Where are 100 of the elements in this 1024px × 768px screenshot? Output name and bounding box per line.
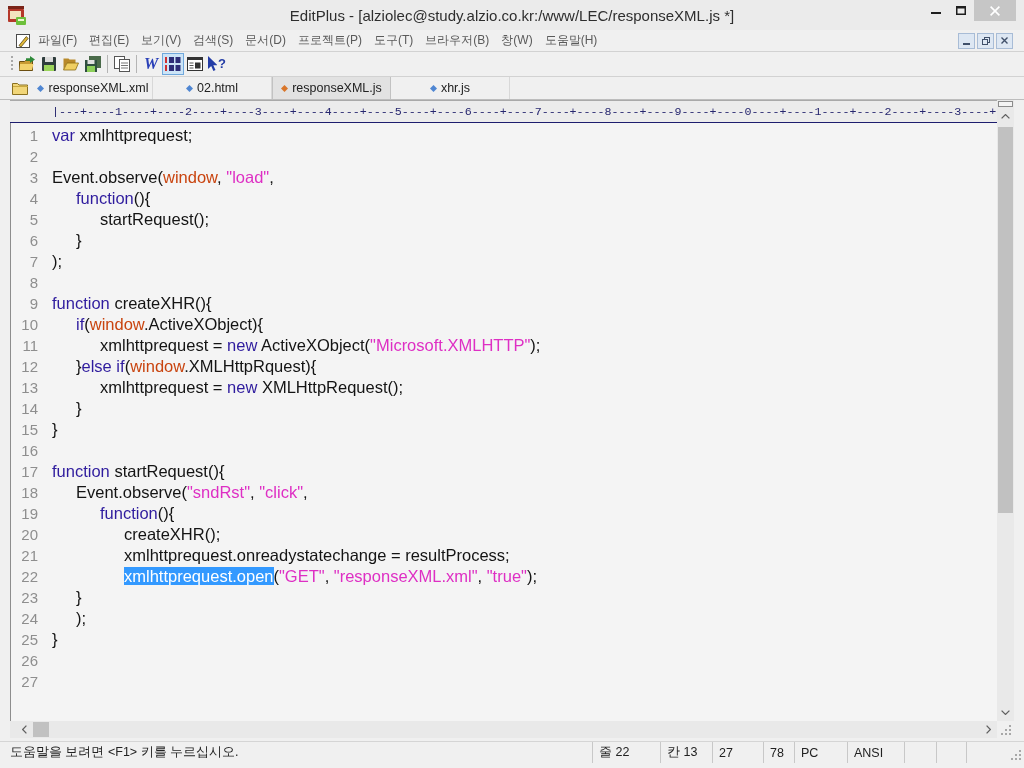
scrollbar-thumb[interactable] bbox=[998, 127, 1013, 513]
code-line: } bbox=[76, 586, 82, 608]
line-number: 24 bbox=[21, 608, 38, 629]
line-number: 17 bbox=[21, 461, 38, 482]
code-line: function createXHR(){ bbox=[52, 292, 212, 314]
chevron-left-icon bbox=[21, 725, 27, 734]
status-text: 27 bbox=[719, 745, 733, 760]
file-tab[interactable]: xhr.js bbox=[391, 77, 510, 99]
maximize-icon bbox=[956, 6, 967, 15]
size-grip-icon[interactable] bbox=[1011, 750, 1021, 760]
file-tab[interactable]: responseXML.xml bbox=[34, 77, 153, 99]
status-text: 78 bbox=[770, 745, 784, 760]
vertical-scrollbar[interactable] bbox=[997, 100, 1014, 721]
code-line: xmlhttprequest = new XMLHttpRequest(); bbox=[100, 376, 404, 398]
line-number: 23 bbox=[21, 587, 38, 608]
toolbar-button[interactable]: W bbox=[140, 53, 162, 75]
code-line: xmlhttprequest.open("GET", "responseXML.xml", "true"); bbox=[124, 565, 537, 587]
code-editor[interactable] bbox=[10, 123, 997, 721]
line-number: 8 bbox=[29, 272, 38, 293]
menu-item[interactable]: 도움말(H) bbox=[538, 30, 604, 51]
menu-item[interactable]: 편집(E) bbox=[83, 30, 136, 51]
code-line: xmlhttprequest = new ActiveXObject("Microsoft.XMLHTTP"); bbox=[100, 334, 541, 356]
menu-item[interactable]: 파일(F) bbox=[32, 30, 84, 51]
menu-item[interactable]: 도구(T) bbox=[368, 30, 420, 51]
menu-item[interactable]: 브라우저(B) bbox=[419, 30, 496, 51]
line-number: 19 bbox=[21, 503, 38, 524]
folder-icon[interactable] bbox=[12, 81, 28, 95]
line-number: 16 bbox=[21, 440, 38, 461]
numbered-lines-icon bbox=[165, 56, 181, 72]
open-folder-icon bbox=[63, 56, 79, 72]
minimize-icon bbox=[931, 12, 942, 14]
restore-icon bbox=[981, 36, 990, 45]
line-number: 6 bbox=[29, 230, 38, 251]
horizontal-scrollbar[interactable] bbox=[10, 721, 997, 738]
menu-item[interactable]: 검색(S) bbox=[187, 30, 240, 51]
minimize-button[interactable] bbox=[958, 32, 975, 49]
window-icon bbox=[187, 56, 203, 72]
restore-button[interactable] bbox=[977, 32, 994, 49]
code-line: ); bbox=[52, 250, 63, 272]
line-number: 21 bbox=[21, 545, 38, 566]
code-line: function(){ bbox=[76, 187, 151, 209]
toolbar-button[interactable]: ? bbox=[206, 53, 228, 75]
close-icon bbox=[1001, 37, 1008, 44]
document-icon[interactable] bbox=[15, 32, 31, 49]
line-number: 1 bbox=[29, 125, 38, 146]
close-icon bbox=[989, 5, 1000, 16]
line-number: 18 bbox=[21, 482, 38, 503]
documents-icon bbox=[114, 56, 130, 72]
line-number: 26 bbox=[21, 650, 38, 671]
code-line: function startRequest(){ bbox=[52, 460, 225, 482]
code-line: startRequest(); bbox=[100, 208, 210, 230]
code-line: Event.observe(window, "load", bbox=[52, 166, 274, 188]
toolbar-button[interactable] bbox=[82, 53, 104, 75]
chevron-down-icon bbox=[1001, 709, 1010, 715]
status-message: 도움말을 보려면 <F1> 키를 누르십시오. bbox=[10, 744, 239, 761]
minimize-icon bbox=[963, 42, 970, 45]
code-line: var xmlhttprequest; bbox=[52, 124, 193, 146]
line-number: 11 bbox=[22, 335, 38, 356]
code-line: } bbox=[52, 418, 58, 440]
size-grip-icon bbox=[1001, 725, 1011, 735]
line-number: 2 bbox=[29, 146, 38, 167]
code-line: }else if(window.XMLHttpRquest){ bbox=[76, 355, 317, 377]
line-number: 5 bbox=[29, 209, 38, 230]
line-number: 7 bbox=[29, 251, 38, 272]
code-line: } bbox=[76, 397, 82, 419]
line-number: 14 bbox=[21, 398, 38, 419]
code-line: Event.observe("sndRst", "click", bbox=[76, 481, 308, 503]
menu-item[interactable]: 창(W) bbox=[495, 30, 539, 51]
file-tab[interactable]: responseXML.js bbox=[272, 77, 391, 99]
toolbar-button[interactable] bbox=[111, 53, 133, 75]
menu-item[interactable]: 문서(D) bbox=[239, 30, 292, 51]
code-line: function(){ bbox=[100, 502, 175, 524]
close-button[interactable] bbox=[996, 32, 1013, 49]
line-number: 25 bbox=[21, 629, 38, 650]
window-title: EditPlus - [alziolec@study.alzio.co.kr:/www/LEC/responseXML.js *] bbox=[289, 6, 735, 24]
line-number: 4 bbox=[29, 188, 38, 209]
status-text: ANSI bbox=[854, 745, 884, 760]
pointer-icon bbox=[208, 56, 217, 72]
line-number: 20 bbox=[21, 524, 38, 545]
code-line: } bbox=[76, 229, 82, 251]
split-handle[interactable] bbox=[998, 101, 1013, 107]
status-text: 칸 13 bbox=[667, 744, 698, 761]
line-number: 13 bbox=[21, 377, 38, 398]
status-text: 줄 22 bbox=[599, 744, 630, 761]
line-number: 10 bbox=[21, 314, 38, 335]
menu-item[interactable]: 보기(V) bbox=[135, 30, 188, 51]
toolbar-button[interactable] bbox=[162, 53, 184, 75]
chevron-up-icon bbox=[1001, 113, 1010, 119]
code-line: ); bbox=[76, 607, 87, 629]
code-line: createXHR(); bbox=[124, 523, 221, 545]
notepad-icon bbox=[8, 5, 26, 25]
code-line: if(window.ActiveXObject){ bbox=[76, 313, 264, 335]
status-text: PC bbox=[801, 745, 819, 760]
disk-stack-icon bbox=[85, 56, 101, 72]
line-number: 27 bbox=[21, 671, 38, 692]
column-ruler: |---+----1----+----2----+----3----+----4----+----5----+----6----+----7----+----8----+----9----+----0----+----1----+----2----+----3----+ bbox=[52, 104, 997, 119]
line-number: 3 bbox=[29, 167, 38, 188]
toolbar-grip-icon bbox=[11, 55, 14, 73]
scrollbar-thumb[interactable] bbox=[33, 722, 49, 737]
menu-item[interactable]: 프로젝트(P) bbox=[292, 30, 368, 51]
